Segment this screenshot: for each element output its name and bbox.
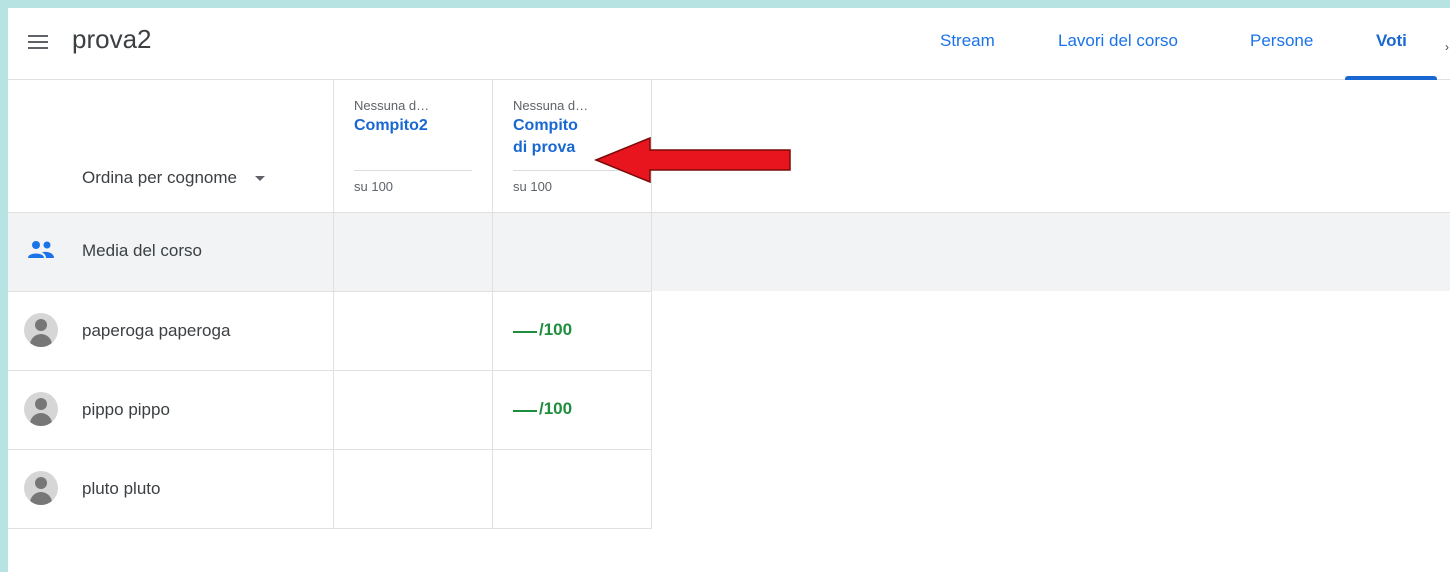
tab-stream[interactable]: Stream (940, 31, 995, 51)
class-average-label: Media del corso (82, 241, 203, 260)
student-name[interactable]: pippo pippo (82, 400, 170, 420)
avatar (24, 392, 58, 426)
student-name[interactable]: pluto pluto (82, 479, 160, 499)
column-divider (492, 80, 493, 528)
row-divider (8, 291, 652, 292)
tab-lavori-del-corso[interactable]: Lavori del corso (1058, 31, 1178, 51)
header-divider (8, 212, 1450, 213)
avatar (24, 313, 58, 347)
dropdown-arrow-icon (254, 175, 265, 181)
people-group-icon (26, 240, 56, 265)
points-label: su 100 (513, 179, 553, 194)
due-date-label: Nessuna d… (354, 98, 430, 113)
assignment-title[interactable]: Compito2 (354, 115, 474, 137)
top-bar: prova2 Stream Lavori del corso Persone V… (8, 8, 1450, 80)
sort-dropdown[interactable]: Ordina per cognome (82, 168, 265, 188)
due-date-label: Nessuna d… (513, 98, 589, 113)
avatar (24, 471, 58, 505)
active-tab-indicator (1345, 76, 1437, 80)
row-divider (8, 528, 652, 529)
sort-label: Ordina per cognome (82, 168, 237, 187)
class-title[interactable]: prova2 (72, 24, 152, 55)
row-divider (8, 370, 652, 371)
hamburger-menu-icon[interactable] (24, 28, 52, 56)
grade-cell[interactable]: /100 (513, 320, 572, 340)
overflow-chevron-icon[interactable]: › (1445, 40, 1449, 54)
points-divider (354, 170, 472, 171)
column-divider (333, 80, 334, 528)
grade-cell[interactable]: /100 (513, 399, 572, 419)
assignment-header-compito2[interactable]: Nessuna d… Compito2 (354, 98, 474, 137)
classroom-app: prova2 Stream Lavori del corso Persone V… (8, 8, 1450, 572)
tab-voti[interactable]: Voti (1376, 31, 1407, 51)
row-divider (8, 449, 652, 450)
assignment-title-line1: Compito (513, 117, 578, 134)
student-name[interactable]: paperoga paperoga (82, 321, 230, 341)
points-label: su 100 (354, 179, 394, 194)
class-average-row (8, 212, 1450, 291)
red-arrow-annotation-icon (594, 136, 794, 191)
tab-persone[interactable]: Persone (1250, 31, 1313, 51)
